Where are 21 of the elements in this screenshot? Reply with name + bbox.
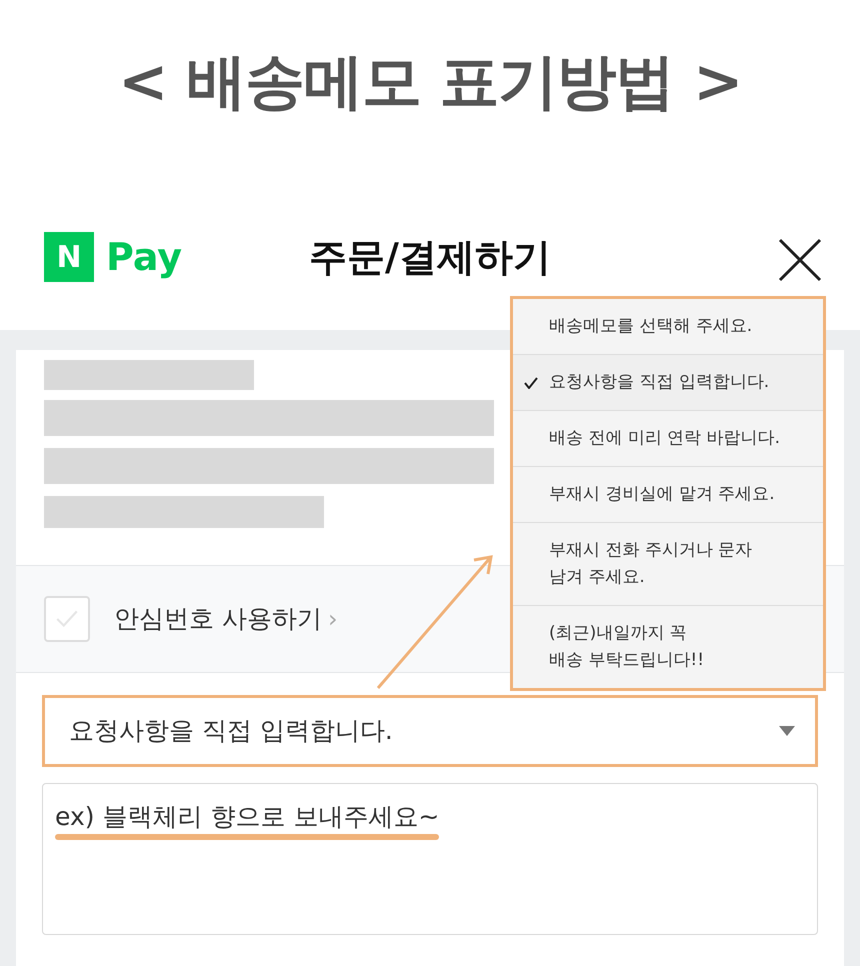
memo-textarea[interactable]: ex) 블랙체리 향으로 보내주세요~ (42, 783, 818, 935)
page-title: 주문/결제하기 (309, 238, 551, 276)
logo-text: Pay (106, 238, 182, 276)
page-heading: < 배송메모 표기방법 > (118, 52, 742, 112)
memo-text: ex) 블랙체리 향으로 보내주세요~ (55, 801, 440, 833)
safe-number-label: 안심번호 사용하기 (114, 603, 322, 636)
menu-item[interactable]: 배송 전에 미리 연락 바랍니다. (513, 410, 823, 466)
memo-select[interactable]: 요청사항을 직접 입력합니다. (42, 695, 818, 767)
menu-item[interactable]: 배송메모를 선택해 주세요. (513, 299, 823, 354)
logo-mark: N (44, 232, 94, 282)
dropdown-triangle-icon (779, 726, 795, 736)
close-button[interactable] (778, 238, 822, 282)
check-icon (524, 376, 538, 388)
menu-item[interactable]: 요청사항을 직접 입력합니다. (513, 354, 823, 410)
select-value: 요청사항을 직접 입력합니다. (69, 715, 393, 748)
close-icon (778, 238, 822, 282)
menu-item[interactable]: 부재시 경비실에 맡겨 주세요. (513, 466, 823, 522)
checkbox[interactable] (44, 596, 90, 642)
menu-item[interactable]: (최근)내일까지 꼭 배송 부탁드립니다!! (513, 605, 823, 688)
chevron-text: › (328, 604, 338, 636)
menu-item[interactable]: 부재시 전화 주시거나 문자 남겨 주세요. (513, 522, 823, 605)
